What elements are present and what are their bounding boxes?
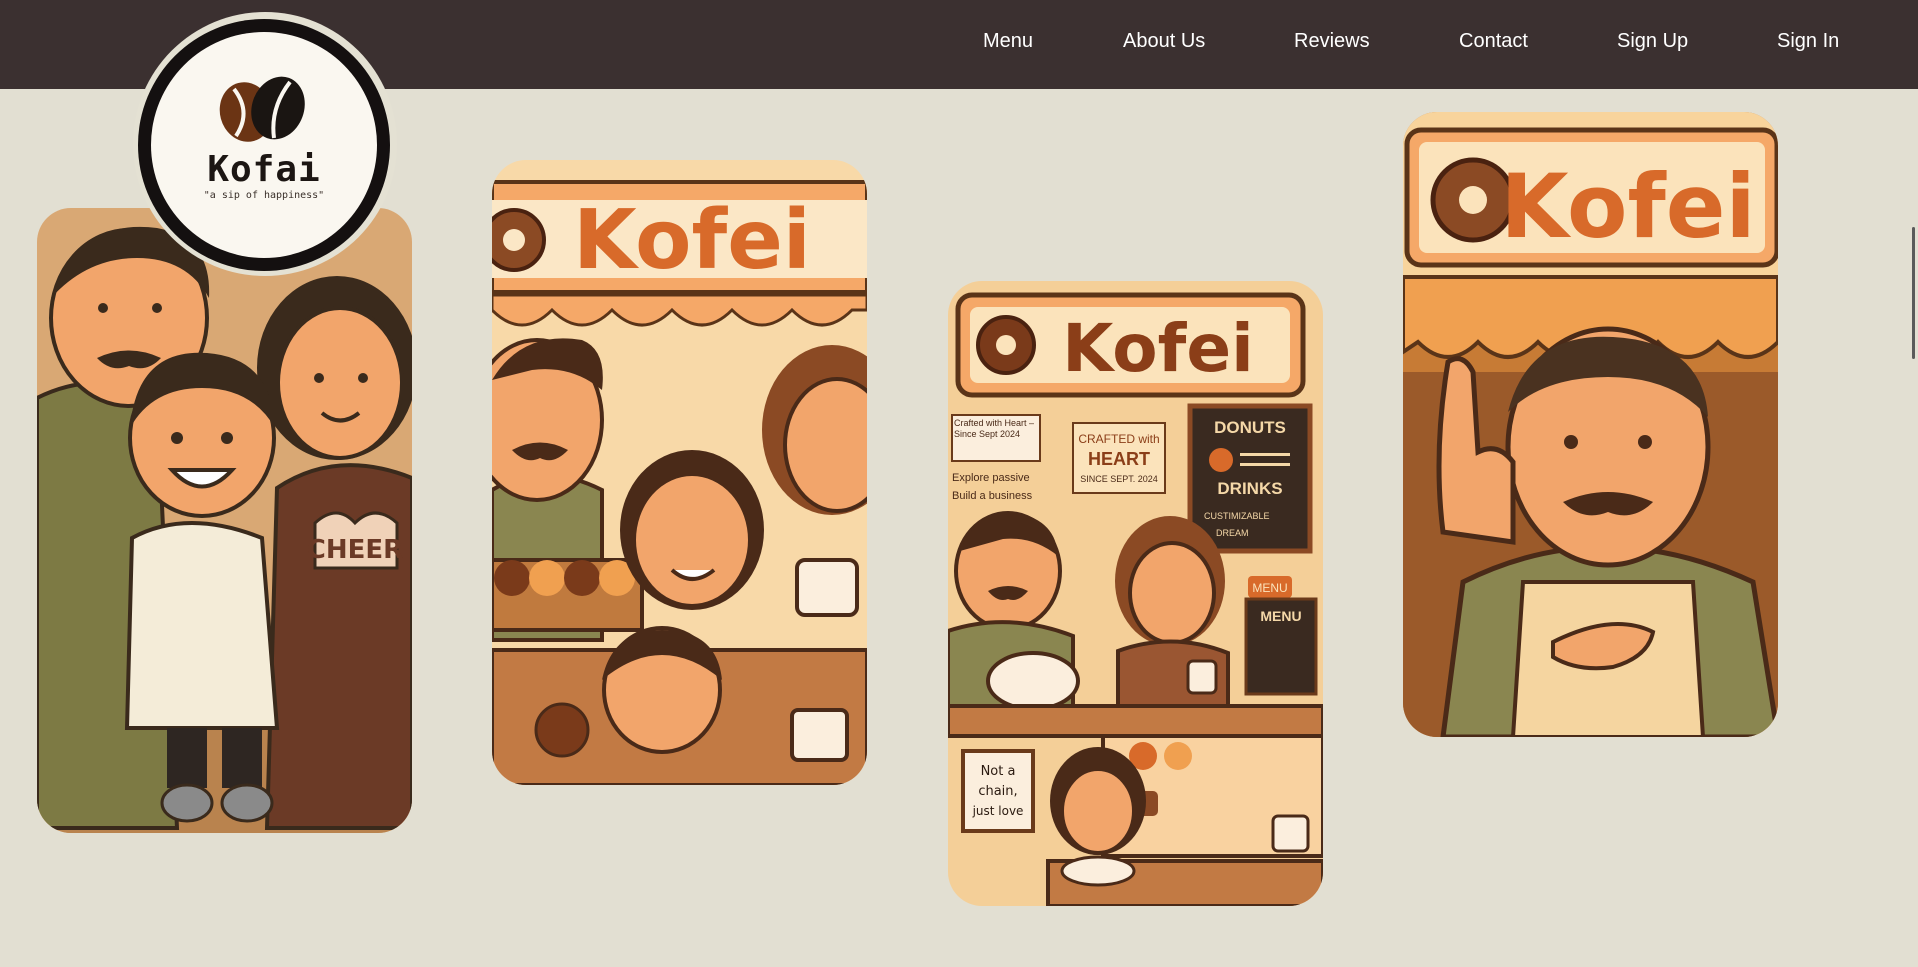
nav-menu-link[interactable]: Menu [983,30,1033,53]
brand-logo[interactable]: Kofai "a sip of happiness" [138,19,390,271]
nav-reviews-link[interactable]: Reviews [1294,30,1370,53]
checklist-item-2: Build a business [952,490,1033,502]
page-scrollbar[interactable] [1906,89,1918,967]
poster-line-1: CRAFTED with [1078,432,1159,446]
poster-line-3: SINCE SEPT. 2024 [1080,474,1158,484]
board-drinks-title: DRINKS [1217,479,1282,498]
scrollbar-thumb[interactable] [1912,227,1915,359]
small-menu-label: MENU [1252,581,1287,595]
shopfront-illustration: Kofei [492,160,867,785]
family-illustration: CHEER [37,208,412,833]
gallery-card-interior: Kofei Crafted with Heart – Since Sept 20… [948,281,1323,906]
board-donuts-title: DONUTS [1214,418,1286,437]
nav-sign-up-link[interactable]: Sign Up [1617,30,1688,53]
interior-illustration: Kofei Crafted with Heart – Since Sept 20… [948,281,1323,906]
logo-name: Kofai [207,149,321,190]
checklist-item-1: Explore passive [952,472,1030,484]
nav-about-us-link[interactable]: About Us [1123,30,1205,53]
gallery-card-owner: Kofei [1403,112,1778,737]
logo-tagline: "a sip of happiness" [203,190,325,201]
interior-sign-text: Kofei [1062,310,1253,387]
gallery-card-family: CHEER [37,208,412,833]
poster-line-2: HEART [1088,449,1150,469]
chalk-sign-line-3: just love [972,804,1024,818]
coffee-bean-icon [219,76,305,142]
nav-sign-in-link[interactable]: Sign In [1777,30,1839,53]
board-item-2: DREAM [1216,528,1249,538]
board-item-1: CUSTIMIZABLE [1204,511,1270,521]
nav-contact-link[interactable]: Contact [1459,30,1528,53]
crafted-note: Crafted with Heart – Since Sept 2024 [954,418,1035,439]
chalk-sign-line-2: chain, [978,784,1017,799]
chalk-sign-line-1: Not a [981,764,1016,779]
shirt-badge-text: CHEER [307,535,403,565]
shop-sign-text: Kofei [573,193,811,288]
owner-illustration: Kofei [1403,112,1778,737]
owner-sign-text: Kofei [1500,155,1755,258]
gallery-card-shopfront: Kofei [492,160,867,785]
stand-menu-title: MENU [1260,608,1301,624]
